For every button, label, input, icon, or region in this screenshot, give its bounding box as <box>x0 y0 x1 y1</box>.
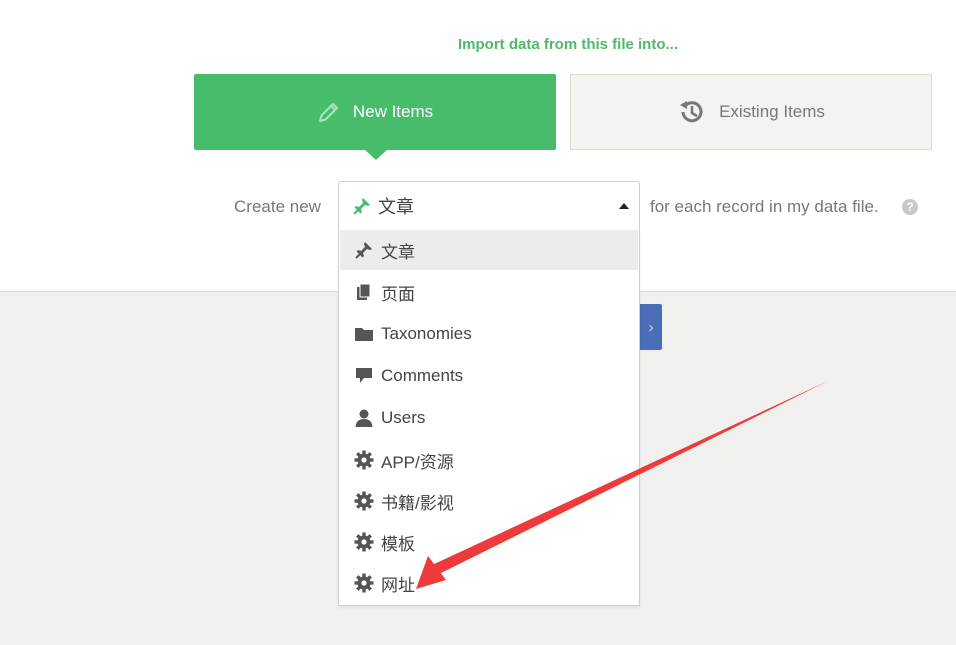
arrow-shaft <box>432 381 828 575</box>
annotation-arrow <box>416 381 828 589</box>
